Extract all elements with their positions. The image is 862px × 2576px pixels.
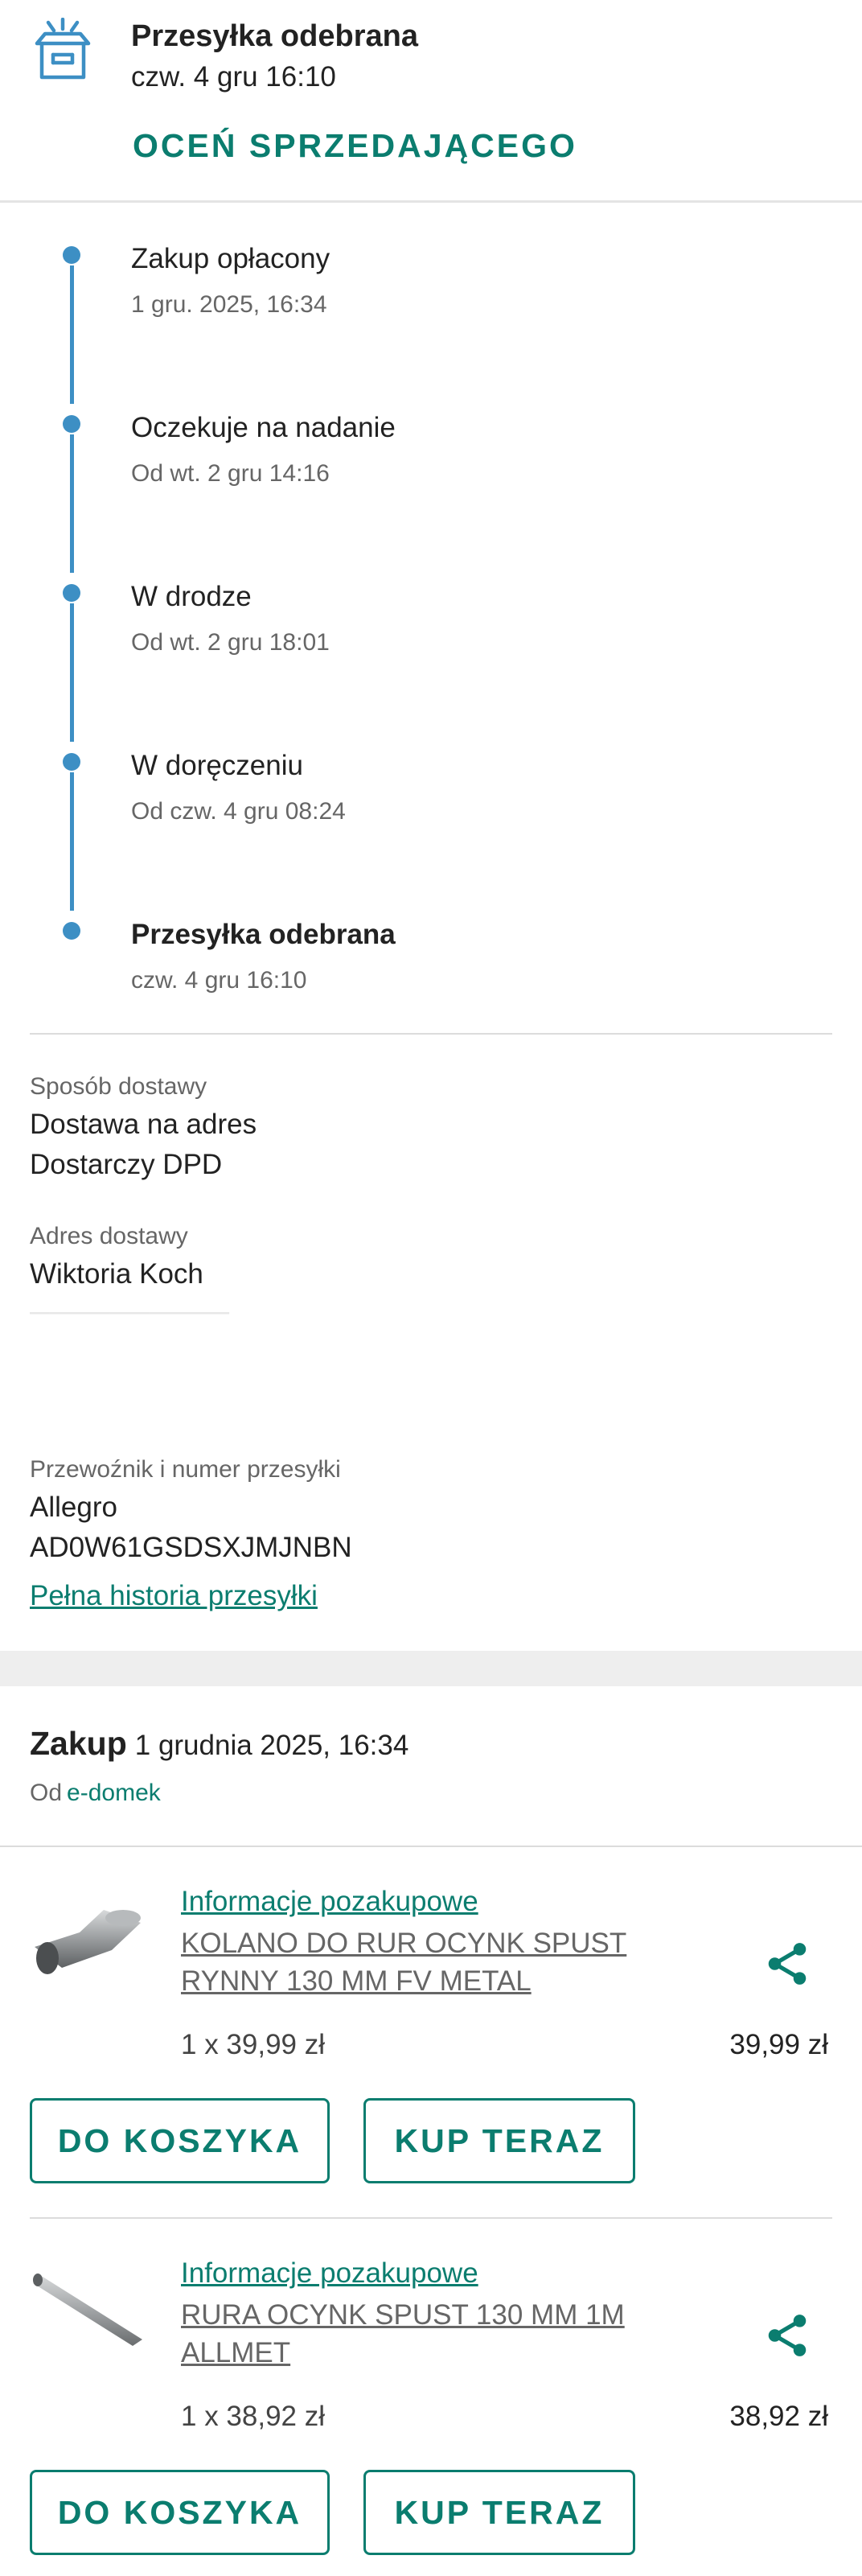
add-to-cart-button[interactable]: DO KOSZYKA — [30, 2470, 330, 2555]
purchase-date: 1 grudnia 2025, 16:34 — [134, 1730, 409, 1761]
status-title: Przesyłka odebrana — [131, 19, 418, 53]
timeline-step-title: Oczekuje na nadanie — [131, 412, 396, 443]
add-to-cart-button[interactable]: DO KOSZYKA — [30, 2098, 330, 2183]
timeline-line — [70, 265, 74, 404]
product-quantity-price: 1 x 39,99 zł — [181, 2029, 325, 2060]
timeline-dot — [63, 246, 80, 264]
timeline-step-date: Od wt. 2 gru 14:16 — [131, 460, 330, 487]
timeline-dot — [63, 584, 80, 602]
purchase-title: Zakup — [30, 1725, 127, 1762]
timeline-step-date: Od wt. 2 gru 18:01 — [131, 629, 330, 656]
post-purchase-info-link[interactable]: Informacje pozakupowe — [181, 1886, 478, 1918]
timeline-step-date: Od czw. 4 gru 08:24 — [131, 798, 346, 825]
delivery-courier: Dostarczy DPD — [30, 1149, 223, 1180]
seller-link[interactable]: e-domek — [67, 1780, 161, 1806]
timeline-dot — [63, 415, 80, 433]
seller-line: Od e-domek — [30, 1780, 161, 1807]
address-redacted: ────────── — [30, 1297, 229, 1323]
product-quantity-price: 1 x 38,92 zł — [181, 2401, 325, 2432]
carrier-label: Przewoźnik i numer przesyłki — [30, 1456, 341, 1483]
timeline-dot — [63, 922, 80, 940]
rate-seller-link[interactable]: OCEŃ SPRZEDAJĄCEGO — [133, 127, 577, 165]
delivery-address-label: Adres dostawy — [30, 1223, 188, 1249]
timeline-line — [70, 603, 74, 742]
status-date: czw. 4 gru 16:10 — [131, 61, 336, 93]
recipient-name: Wiktoria Koch — [30, 1258, 203, 1290]
shipment-history-link[interactable]: Pełna historia przesyłki — [30, 1580, 318, 1612]
carrier-name: Allegro — [30, 1492, 117, 1523]
divider — [30, 2217, 832, 2219]
timeline-step-title: W doręczeniu — [131, 750, 303, 781]
product-total: 38,92 zł — [729, 2401, 828, 2432]
share-icon[interactable] — [762, 2311, 812, 2360]
post-purchase-info-link[interactable]: Informacje pozakupowe — [181, 2257, 478, 2290]
from-label: Od — [30, 1780, 63, 1806]
timeline-step-date: czw. 4 gru 16:10 — [131, 967, 307, 994]
product-name[interactable]: RURA OCYNK SPUST 130 MM 1M ALLMET — [181, 2296, 728, 2372]
buy-now-button[interactable]: KUP TERAZ — [363, 2470, 635, 2555]
tracking-number: AD0W61GSDSXJMJNBN — [30, 1532, 352, 1563]
delivery-method: Dostawa na adres — [30, 1109, 257, 1140]
share-icon[interactable] — [762, 1939, 812, 1989]
timeline-step-title: Zakup opłacony — [131, 243, 330, 274]
product-image-pipe[interactable] — [30, 2272, 146, 2360]
buy-now-button[interactable]: KUP TERAZ — [363, 2098, 635, 2183]
timeline-step-date: 1 gru. 2025, 16:34 — [131, 291, 327, 318]
timeline-step-title: W drodze — [131, 581, 252, 612]
purchase-header: Zakup 1 grudnia 2025, 16:34 — [30, 1725, 408, 1763]
delivery-method-label: Sposób dostawy — [30, 1073, 207, 1100]
product-total: 39,99 zł — [729, 2029, 828, 2060]
timeline-dot — [63, 753, 80, 771]
product-name[interactable]: KOLANO DO RUR OCYNK SPUST RYNNY 130 MM F… — [181, 1924, 728, 2000]
timeline-step-title: Przesyłka odebrana — [131, 919, 396, 950]
product-image-elbow[interactable] — [30, 1900, 146, 1989]
timeline-line — [70, 434, 74, 573]
divider — [0, 1846, 862, 1847]
section-separator — [0, 1651, 862, 1686]
timeline-line — [70, 772, 74, 911]
delivery-status-card: Przesyłka odebrana czw. 4 gru 16:10 OCEŃ… — [0, 0, 862, 203]
package-box-icon — [35, 18, 91, 80]
divider — [30, 1033, 832, 1035]
